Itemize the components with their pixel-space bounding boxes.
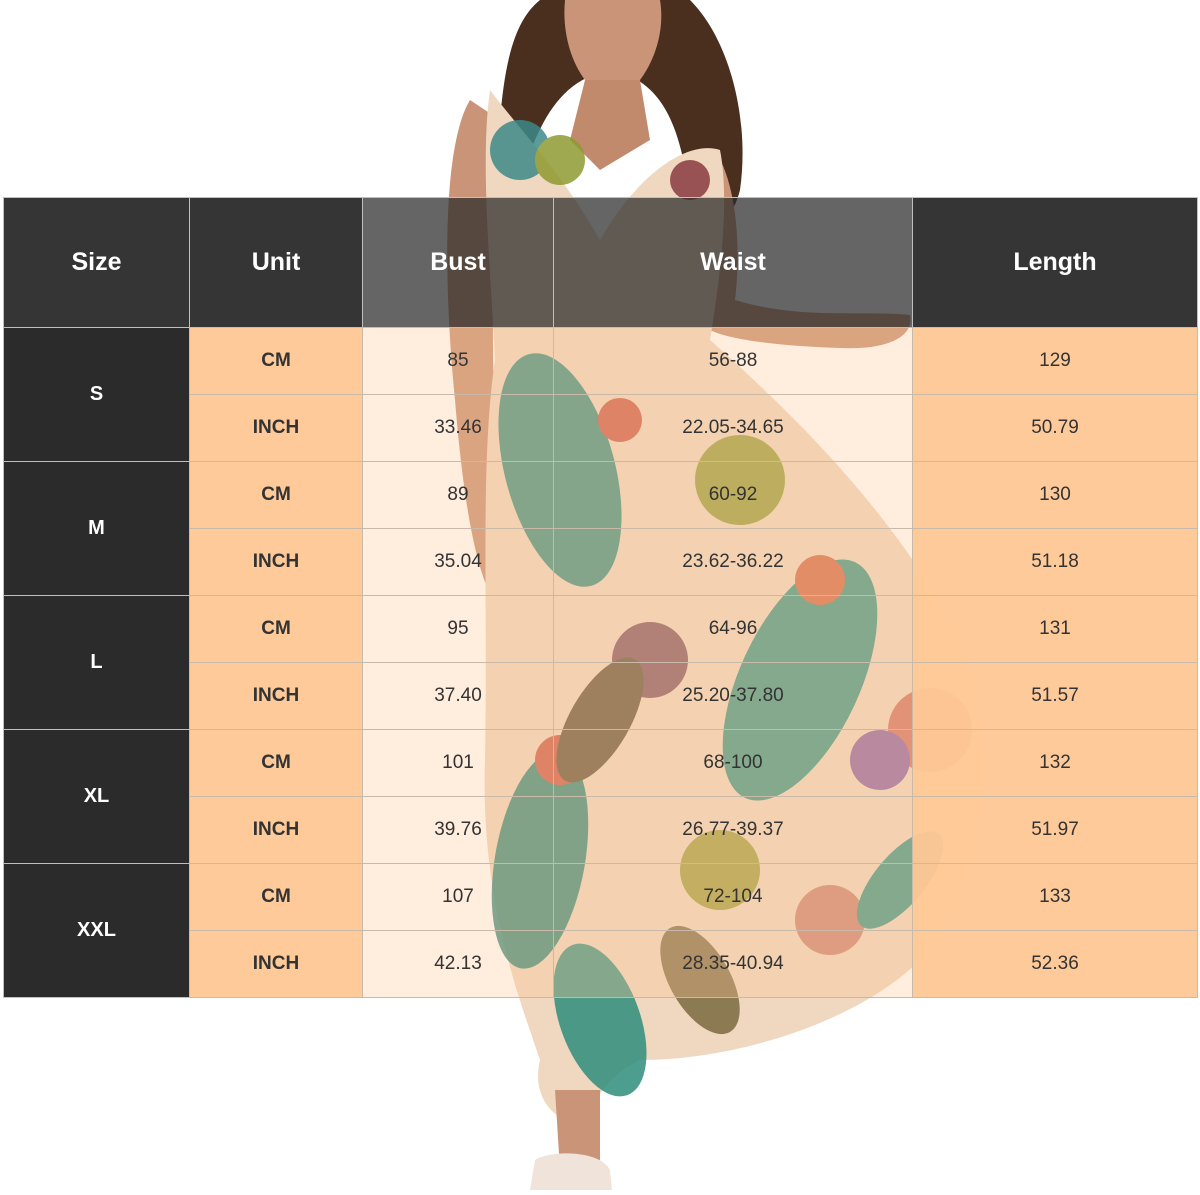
length-cell: 132: [912, 729, 1198, 797]
table-row: S CM 85 56-88 129: [3, 327, 1198, 462]
unit-cell: CM: [189, 729, 363, 797]
bust-cell: 107: [362, 863, 554, 931]
bust-cell: 95: [362, 595, 554, 663]
length-cell: 129: [912, 327, 1198, 395]
bust-cell: 33.46: [362, 394, 554, 462]
unit-cell: CM: [189, 863, 363, 931]
bust-cell: 42.13: [362, 930, 554, 998]
bust-cell: 85: [362, 327, 554, 395]
bust-cell: 35.04: [362, 528, 554, 596]
length-cell: 50.79: [912, 394, 1198, 462]
header-size: Size: [3, 197, 190, 328]
waist-cell: 68-100: [553, 729, 913, 797]
unit-cell: INCH: [189, 394, 363, 462]
length-cell: 130: [912, 461, 1198, 529]
header-unit: Unit: [189, 197, 363, 328]
length-cell: 51.97: [912, 796, 1198, 864]
length-cell: 51.18: [912, 528, 1198, 596]
size-chart-table: Size Unit Bust Waist Length S CM 85 56-8…: [3, 197, 1198, 998]
length-cell: 51.57: [912, 662, 1198, 730]
waist-cell: 28.35-40.94: [553, 930, 913, 998]
bust-cell: 39.76: [362, 796, 554, 864]
size-label: XL: [3, 729, 190, 864]
unit-cell: INCH: [189, 796, 363, 864]
waist-cell: 72-104: [553, 863, 913, 931]
waist-cell: 64-96: [553, 595, 913, 663]
table-row: XXL CM 107 72-104 133: [3, 863, 1198, 998]
size-label: XXL: [3, 863, 190, 998]
length-cell: 131: [912, 595, 1198, 663]
bust-cell: 37.40: [362, 662, 554, 730]
waist-cell: 56-88: [553, 327, 913, 395]
table-row: XL CM 101 68-100 132: [3, 729, 1198, 864]
unit-cell: INCH: [189, 528, 363, 596]
size-label: L: [3, 595, 190, 730]
table-row: M CM 89 60-92 130: [3, 461, 1198, 596]
waist-cell: 22.05-34.65: [553, 394, 913, 462]
unit-cell: INCH: [189, 930, 363, 998]
unit-cell: CM: [189, 595, 363, 663]
table-header-row: Size Unit Bust Waist Length: [3, 197, 1198, 328]
table-row: L CM 95 64-96 131: [3, 595, 1198, 730]
bust-cell: 101: [362, 729, 554, 797]
size-label: M: [3, 461, 190, 596]
length-cell: 52.36: [912, 930, 1198, 998]
waist-cell: 26.77-39.37: [553, 796, 913, 864]
header-waist: Waist: [553, 197, 913, 328]
unit-cell: CM: [189, 327, 363, 395]
waist-cell: 25.20-37.80: [553, 662, 913, 730]
size-label: S: [3, 327, 190, 462]
unit-cell: INCH: [189, 662, 363, 730]
length-cell: 133: [912, 863, 1198, 931]
waist-cell: 23.62-36.22: [553, 528, 913, 596]
bust-cell: 89: [362, 461, 554, 529]
unit-cell: CM: [189, 461, 363, 529]
waist-cell: 60-92: [553, 461, 913, 529]
header-length: Length: [912, 197, 1198, 328]
header-bust: Bust: [362, 197, 554, 328]
